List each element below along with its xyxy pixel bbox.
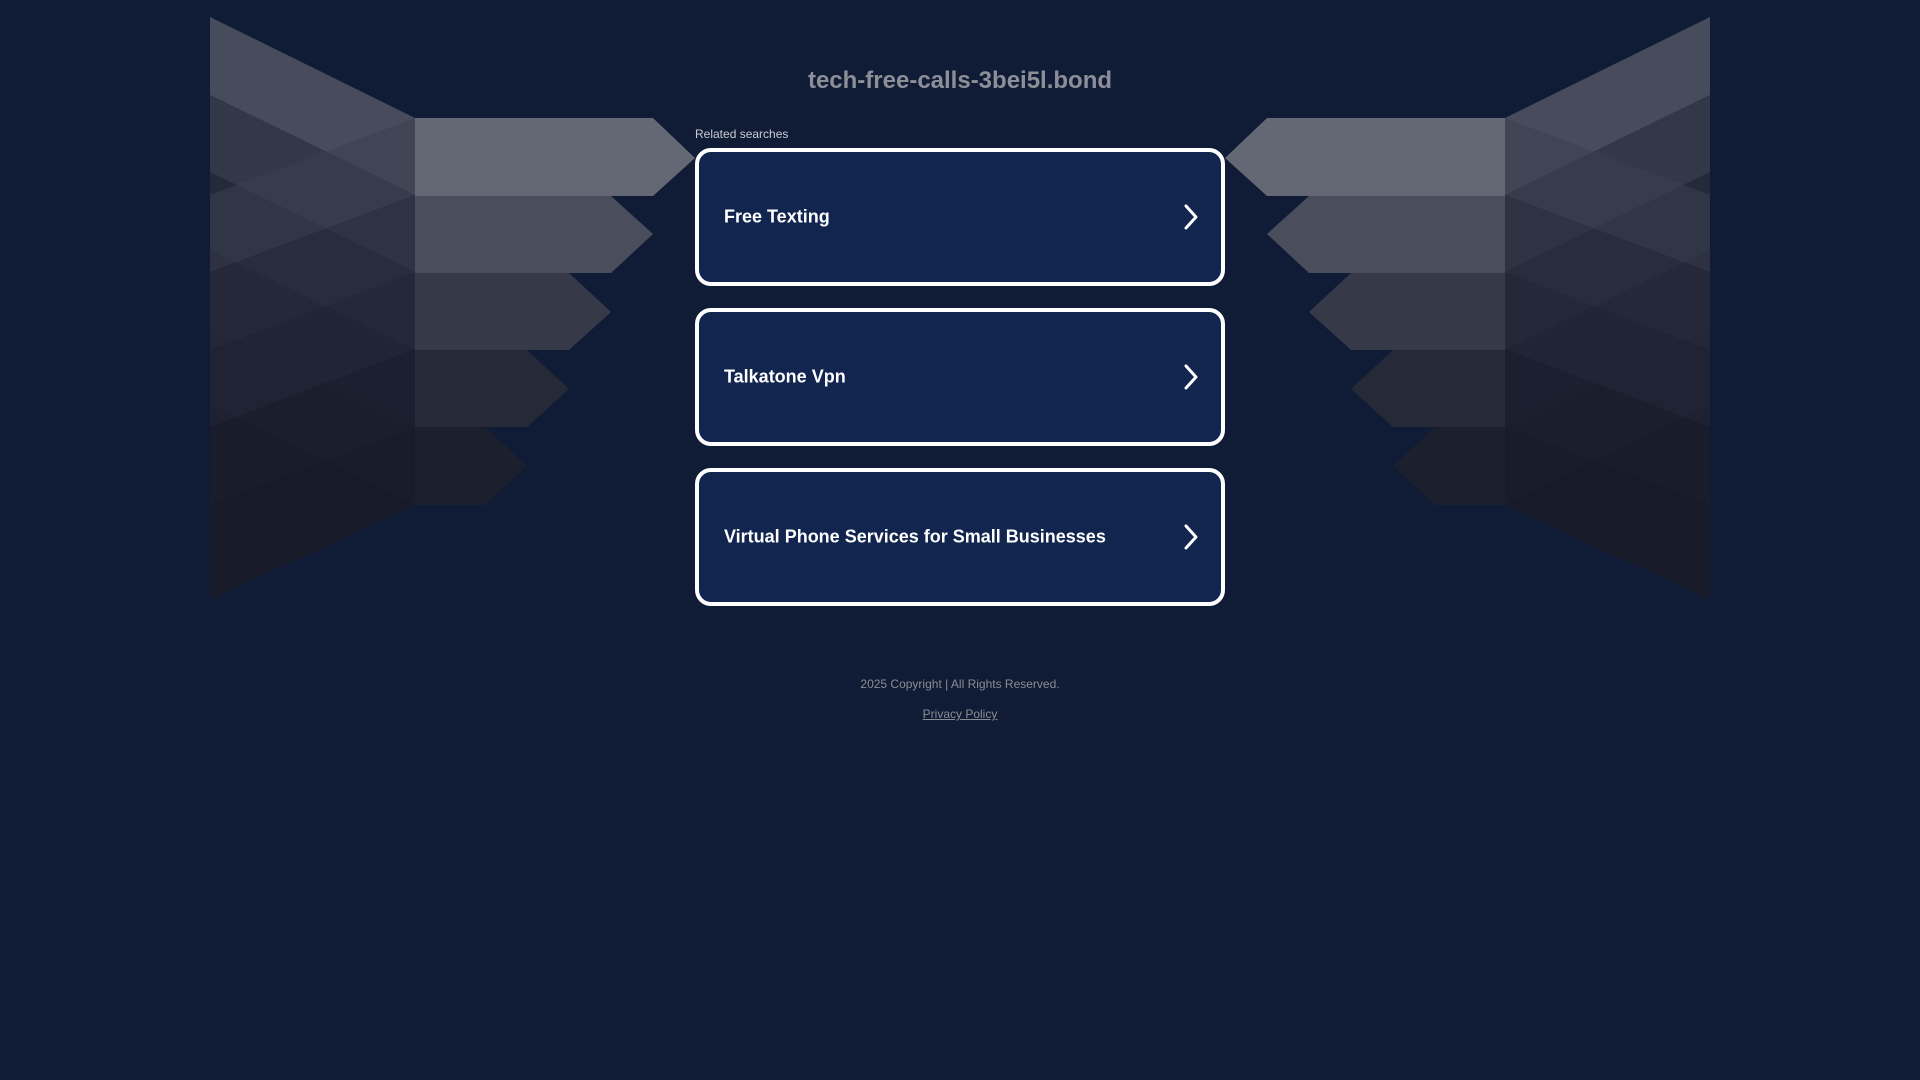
footer-copyright: 2025 Copyright | All Rights Reserved. bbox=[860, 677, 1060, 691]
search-card-label: Free Texting bbox=[724, 206, 830, 227]
left-wing-graphic bbox=[210, 17, 695, 600]
related-searches-label: Related searches bbox=[695, 127, 789, 141]
search-card-label: Virtual Phone Services for Small Busines… bbox=[724, 526, 1106, 547]
footer-links: Privacy Policy bbox=[0, 707, 1920, 721]
search-card-talkatone-vpn[interactable]: Talkatone Vpn bbox=[695, 308, 1225, 446]
chevron-right-icon bbox=[1184, 524, 1198, 550]
chevron-right-icon bbox=[1184, 364, 1198, 390]
domain-title: tech-free-calls-3bei5l.bond bbox=[807, 67, 1113, 94]
search-card-label: Talkatone Vpn bbox=[724, 366, 846, 387]
right-wing-graphic bbox=[1225, 17, 1710, 600]
privacy-policy-link[interactable]: Privacy Policy bbox=[923, 707, 998, 721]
page: tech-free-calls-3bei5l.bond Related sear… bbox=[0, 0, 1920, 1080]
chevron-right-icon bbox=[1184, 204, 1198, 230]
search-card-virtual-phone-services[interactable]: Virtual Phone Services for Small Busines… bbox=[695, 468, 1225, 606]
search-card-free-texting[interactable]: Free Texting bbox=[695, 148, 1225, 286]
